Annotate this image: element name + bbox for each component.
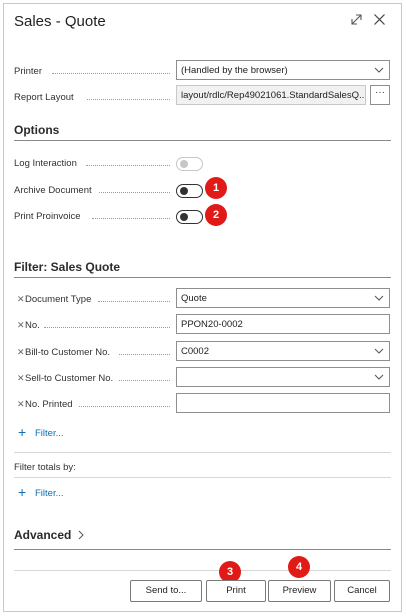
leader-dots: [87, 99, 170, 100]
leader-dots: [44, 327, 170, 328]
log-interaction-toggle: [176, 157, 203, 171]
send-to-button[interactable]: Send to...: [130, 580, 202, 602]
remove-filter-icon[interactable]: ✕: [17, 399, 25, 410]
section-divider: [14, 452, 391, 453]
filter-heading: Filter: Sales Quote: [14, 260, 121, 274]
chevron-down-icon: [374, 67, 384, 73]
printer-select[interactable]: (Handled by the browser): [176, 60, 390, 80]
log-interaction-label: Log Interaction: [14, 158, 77, 169]
filter-label-document-type: Document Type: [25, 294, 92, 305]
document-type-value: Quote: [181, 293, 207, 304]
leader-dots: [79, 406, 170, 407]
add-filter-totals-link[interactable]: Filter...: [35, 488, 64, 499]
chevron-down-icon: [374, 348, 384, 354]
archive-document-toggle[interactable]: [176, 184, 203, 198]
report-layout-field[interactable]: layout/rdlc/Rep49021061.StandardSalesQ..…: [176, 85, 366, 105]
report-layout-value: layout/rdlc/Rep49021061.StandardSalesQ..…: [181, 90, 366, 101]
report-layout-lookup-button[interactable]: ···: [370, 85, 390, 105]
chevron-down-icon: [374, 374, 384, 380]
remove-filter-icon[interactable]: ✕: [17, 373, 25, 384]
section-divider: [14, 277, 391, 278]
advanced-label: Advanced: [14, 528, 72, 542]
report-request-dialog: Sales - Quote Printer (Handled by the br…: [3, 3, 402, 612]
archive-document-label: Archive Document: [14, 185, 92, 196]
leader-dots: [119, 380, 170, 381]
footer-divider: [14, 570, 391, 571]
bill-to-customer-select[interactable]: C0002: [176, 341, 390, 361]
leader-dots: [92, 218, 170, 219]
filter-label-sell-to-customer: Sell-to Customer No.: [25, 373, 114, 384]
leader-dots: [98, 301, 170, 302]
leader-dots: [119, 354, 170, 355]
no-printed-input[interactable]: [176, 393, 390, 413]
expand-icon[interactable]: [350, 13, 363, 29]
no-value: PPON20-0002: [181, 319, 243, 330]
remove-filter-icon[interactable]: ✕: [17, 347, 25, 358]
leader-dots: [99, 192, 170, 193]
dialog-title: Sales - Quote: [14, 13, 106, 30]
bill-to-customer-value: C0002: [181, 346, 209, 357]
close-icon[interactable]: [373, 13, 386, 29]
filter-label-no: No.: [25, 320, 40, 331]
leader-dots: [86, 165, 170, 166]
report-layout-label: Report Layout: [14, 92, 74, 103]
filter-label-bill-to-customer: Bill-to Customer No.: [25, 347, 110, 358]
remove-filter-icon[interactable]: ✕: [17, 294, 25, 305]
preview-button[interactable]: Preview: [268, 580, 331, 602]
add-filter-totals-icon[interactable]: +: [18, 484, 26, 500]
sell-to-customer-select[interactable]: [176, 367, 390, 387]
print-button[interactable]: Print: [206, 580, 266, 602]
add-filter-icon[interactable]: +: [18, 424, 26, 440]
printer-value: (Handled by the browser): [181, 65, 288, 76]
leader-dots: [52, 73, 170, 74]
callout-badge-1: 1: [205, 177, 227, 199]
chevron-down-icon: [374, 295, 384, 301]
cancel-button[interactable]: Cancel: [334, 580, 390, 602]
add-filter-link[interactable]: Filter...: [35, 428, 64, 439]
section-divider: [14, 477, 391, 478]
document-type-select[interactable]: Quote: [176, 288, 390, 308]
chevron-right-icon: [78, 530, 84, 540]
section-divider: [14, 140, 391, 141]
print-proinvoice-label: Print Proinvoice: [14, 211, 81, 222]
callout-badge-4: 4: [288, 556, 310, 578]
filter-label-no-printed: No. Printed: [25, 399, 73, 410]
printer-label: Printer: [14, 66, 42, 77]
options-heading: Options: [14, 123, 60, 137]
advanced-toggle[interactable]: Advanced: [14, 528, 85, 542]
remove-filter-icon[interactable]: ✕: [17, 320, 25, 331]
callout-badge-2: 2: [205, 204, 227, 226]
filter-totals-label: Filter totals by:: [14, 462, 76, 473]
print-proinvoice-toggle[interactable]: [176, 210, 203, 224]
section-divider: [14, 549, 391, 550]
no-input[interactable]: PPON20-0002: [176, 314, 390, 334]
